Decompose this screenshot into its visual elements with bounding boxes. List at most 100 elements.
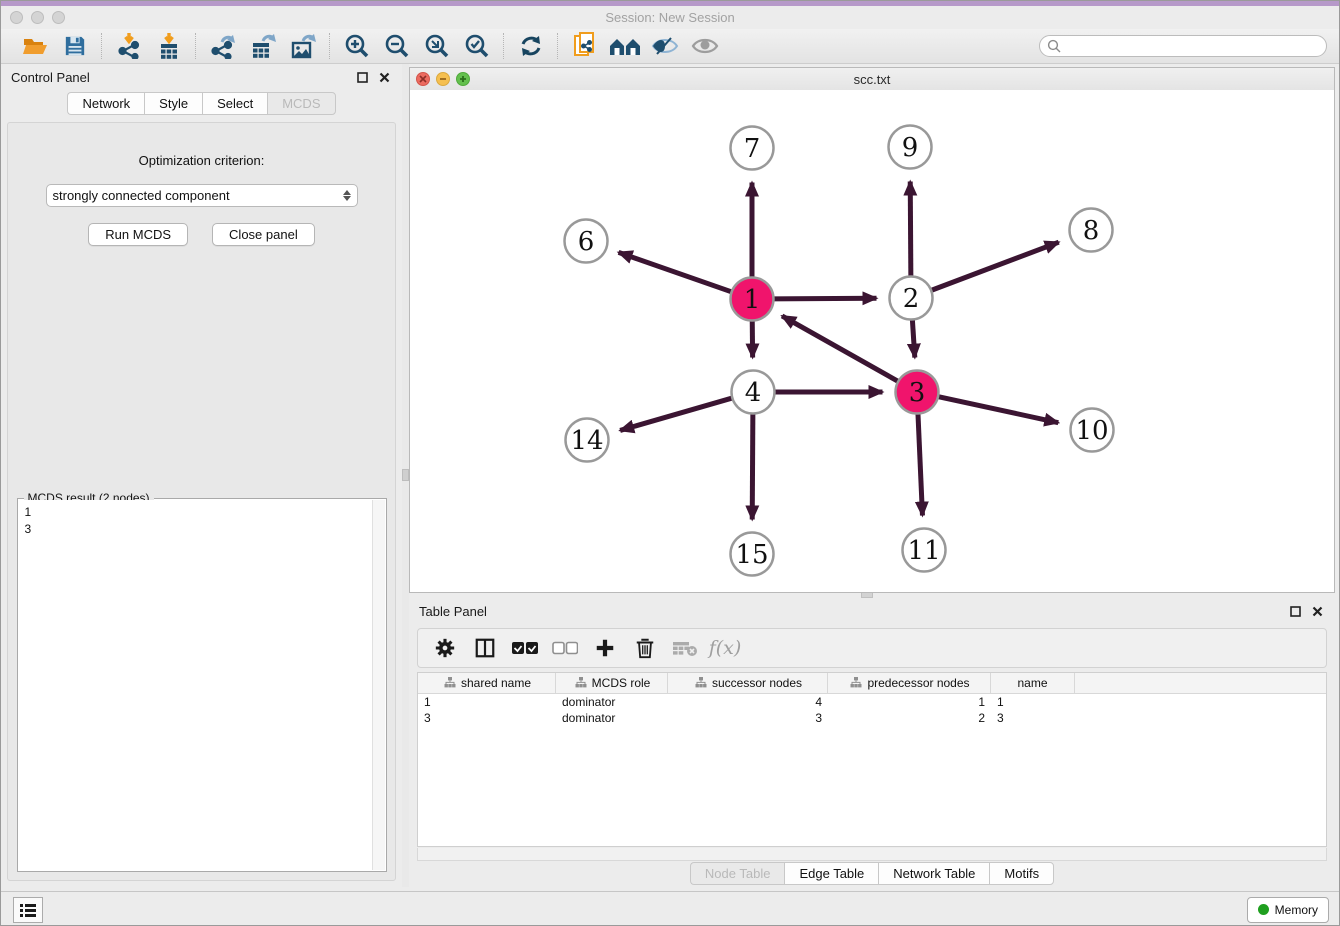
refresh-button[interactable] — [513, 32, 549, 60]
cell-name[interactable]: 1 — [991, 695, 1075, 709]
float-table-panel-button[interactable] — [1287, 603, 1303, 619]
cell-shared-name[interactable]: 1 — [418, 695, 556, 709]
node-table[interactable]: shared name MCDS role — [417, 672, 1327, 847]
export-network-button[interactable] — [205, 32, 241, 60]
zoom-fit-button[interactable] — [419, 32, 455, 60]
edge-4-14[interactable] — [620, 397, 734, 430]
export-image-button[interactable] — [285, 32, 321, 60]
show-graphics-details-button[interactable] — [647, 32, 683, 60]
result-line: 3 — [25, 521, 371, 538]
edge-2-8[interactable] — [929, 242, 1058, 291]
open-session-button[interactable] — [17, 32, 53, 60]
control-panel-tabs: Network Style Select MCDS — [1, 92, 402, 115]
cell-successor-nodes[interactable]: 3 — [668, 711, 828, 725]
control-panel-header: Control Panel — [1, 64, 402, 90]
clone-network-icon — [573, 32, 597, 60]
select-stepper-icon — [343, 190, 351, 201]
cell-mcds-role[interactable]: dominator — [556, 695, 668, 709]
import-table-button[interactable] — [151, 32, 187, 60]
node-label-11: 11 — [907, 536, 940, 566]
add-column-button[interactable] — [592, 635, 618, 661]
deselect-all-button[interactable] — [552, 635, 578, 661]
new-network-from-selection-button[interactable] — [567, 32, 603, 60]
edge-4-15[interactable] — [752, 411, 753, 519]
vertical-splitter[interactable] — [402, 64, 409, 887]
mcds-result-text[interactable]: 1 3 — [19, 500, 373, 870]
tab-style[interactable]: Style — [144, 92, 202, 115]
column-header-shared-name[interactable]: shared name — [418, 673, 556, 693]
run-mcds-button[interactable]: Run MCDS — [88, 223, 188, 246]
cell-mcds-role[interactable]: dominator — [556, 711, 668, 725]
optimization-criterion-select[interactable]: strongly connected component — [46, 184, 358, 207]
select-all-button[interactable] — [512, 635, 538, 661]
memory-button[interactable]: Memory — [1247, 897, 1329, 923]
half-eye-icon — [651, 36, 679, 56]
edge-1-6[interactable] — [619, 252, 734, 292]
delete-column-button[interactable] — [632, 635, 658, 661]
column-header-successor-nodes[interactable]: successor nodes — [668, 673, 828, 693]
fx-icon: f(x) — [709, 637, 742, 659]
close-icon — [1312, 606, 1323, 617]
tab-network[interactable]: Network — [67, 92, 144, 115]
cell-predecessor-nodes[interactable]: 1 — [828, 695, 991, 709]
table-settings-button[interactable] — [432, 635, 458, 661]
hierarchy-icon — [695, 677, 707, 689]
save-session-button[interactable] — [57, 32, 93, 60]
network-view-window: scc.txt 7968124314101511 — [409, 67, 1335, 593]
table-toolbar: f(x) — [417, 628, 1327, 668]
import-network-button[interactable] — [111, 32, 147, 60]
vertical-splitter-grip[interactable] — [402, 469, 409, 481]
edge-1-2[interactable] — [771, 298, 876, 299]
zoom-in-icon — [344, 33, 370, 59]
search-icon — [1047, 39, 1061, 53]
column-header-predecessor-nodes[interactable]: predecessor nodes — [828, 673, 991, 693]
network-graph[interactable]: 7968124314101511 — [410, 90, 1334, 592]
optimization-criterion-label: Optimization criterion: — [139, 153, 265, 168]
edge-3-1[interactable] — [782, 316, 900, 382]
network-canvas[interactable]: 7968124314101511 — [410, 90, 1334, 592]
cell-predecessor-nodes[interactable]: 2 — [828, 711, 991, 725]
task-list-icon — [20, 903, 36, 917]
split-column-button[interactable] — [472, 635, 498, 661]
edge-3-10[interactable] — [936, 396, 1058, 423]
column-header-name[interactable]: name — [991, 673, 1075, 693]
hierarchy-icon — [444, 677, 456, 689]
search-field[interactable] — [1039, 35, 1327, 57]
float-panel-button[interactable] — [354, 69, 370, 85]
tab-edge-table[interactable]: Edge Table — [784, 862, 878, 885]
cell-shared-name[interactable]: 3 — [418, 711, 556, 725]
function-builder-button: f(x) — [712, 635, 738, 661]
close-panel-button[interactable] — [376, 69, 392, 85]
save-icon — [64, 35, 86, 57]
import-network-icon — [117, 33, 141, 59]
main-toolbar — [1, 29, 1339, 64]
edge-2-9[interactable] — [910, 181, 911, 278]
open-folder-icon — [22, 35, 48, 57]
zoom-in-button[interactable] — [339, 32, 375, 60]
tab-network-table[interactable]: Network Table — [878, 862, 989, 885]
close-table-panel-button[interactable] — [1309, 603, 1325, 619]
node-label-10: 10 — [1075, 416, 1108, 446]
task-history-button[interactable] — [13, 897, 43, 923]
mcds-result-group: MCDS result (2 nodes) 1 3 — [17, 498, 387, 872]
edge-2-3[interactable] — [912, 317, 915, 357]
table-row[interactable]: 3 dominator 3 2 3 — [418, 710, 1326, 726]
search-input[interactable] — [1065, 38, 1326, 54]
cell-name[interactable]: 3 — [991, 711, 1075, 725]
zoom-selected-button[interactable] — [459, 32, 495, 60]
cell-successor-nodes[interactable]: 4 — [668, 695, 828, 709]
hide-graphics-details-button[interactable] — [687, 32, 723, 60]
column-header-mcds-role[interactable]: MCDS role — [556, 673, 668, 693]
table-horizontal-scrollbar[interactable] — [417, 848, 1327, 861]
table-row[interactable]: 1 dominator 4 1 1 — [418, 694, 1326, 710]
tab-select[interactable]: Select — [202, 92, 267, 115]
edge-3-11[interactable] — [918, 411, 923, 515]
tab-motifs[interactable]: Motifs — [989, 862, 1054, 885]
tab-node-table[interactable]: Node Table — [690, 862, 785, 885]
export-table-button[interactable] — [245, 32, 281, 60]
close-panel-button-mcds[interactable]: Close panel — [212, 223, 315, 246]
result-scrollbar[interactable] — [372, 500, 385, 870]
tab-mcds[interactable]: MCDS — [267, 92, 335, 115]
home-button[interactable] — [607, 32, 643, 60]
zoom-out-button[interactable] — [379, 32, 415, 60]
